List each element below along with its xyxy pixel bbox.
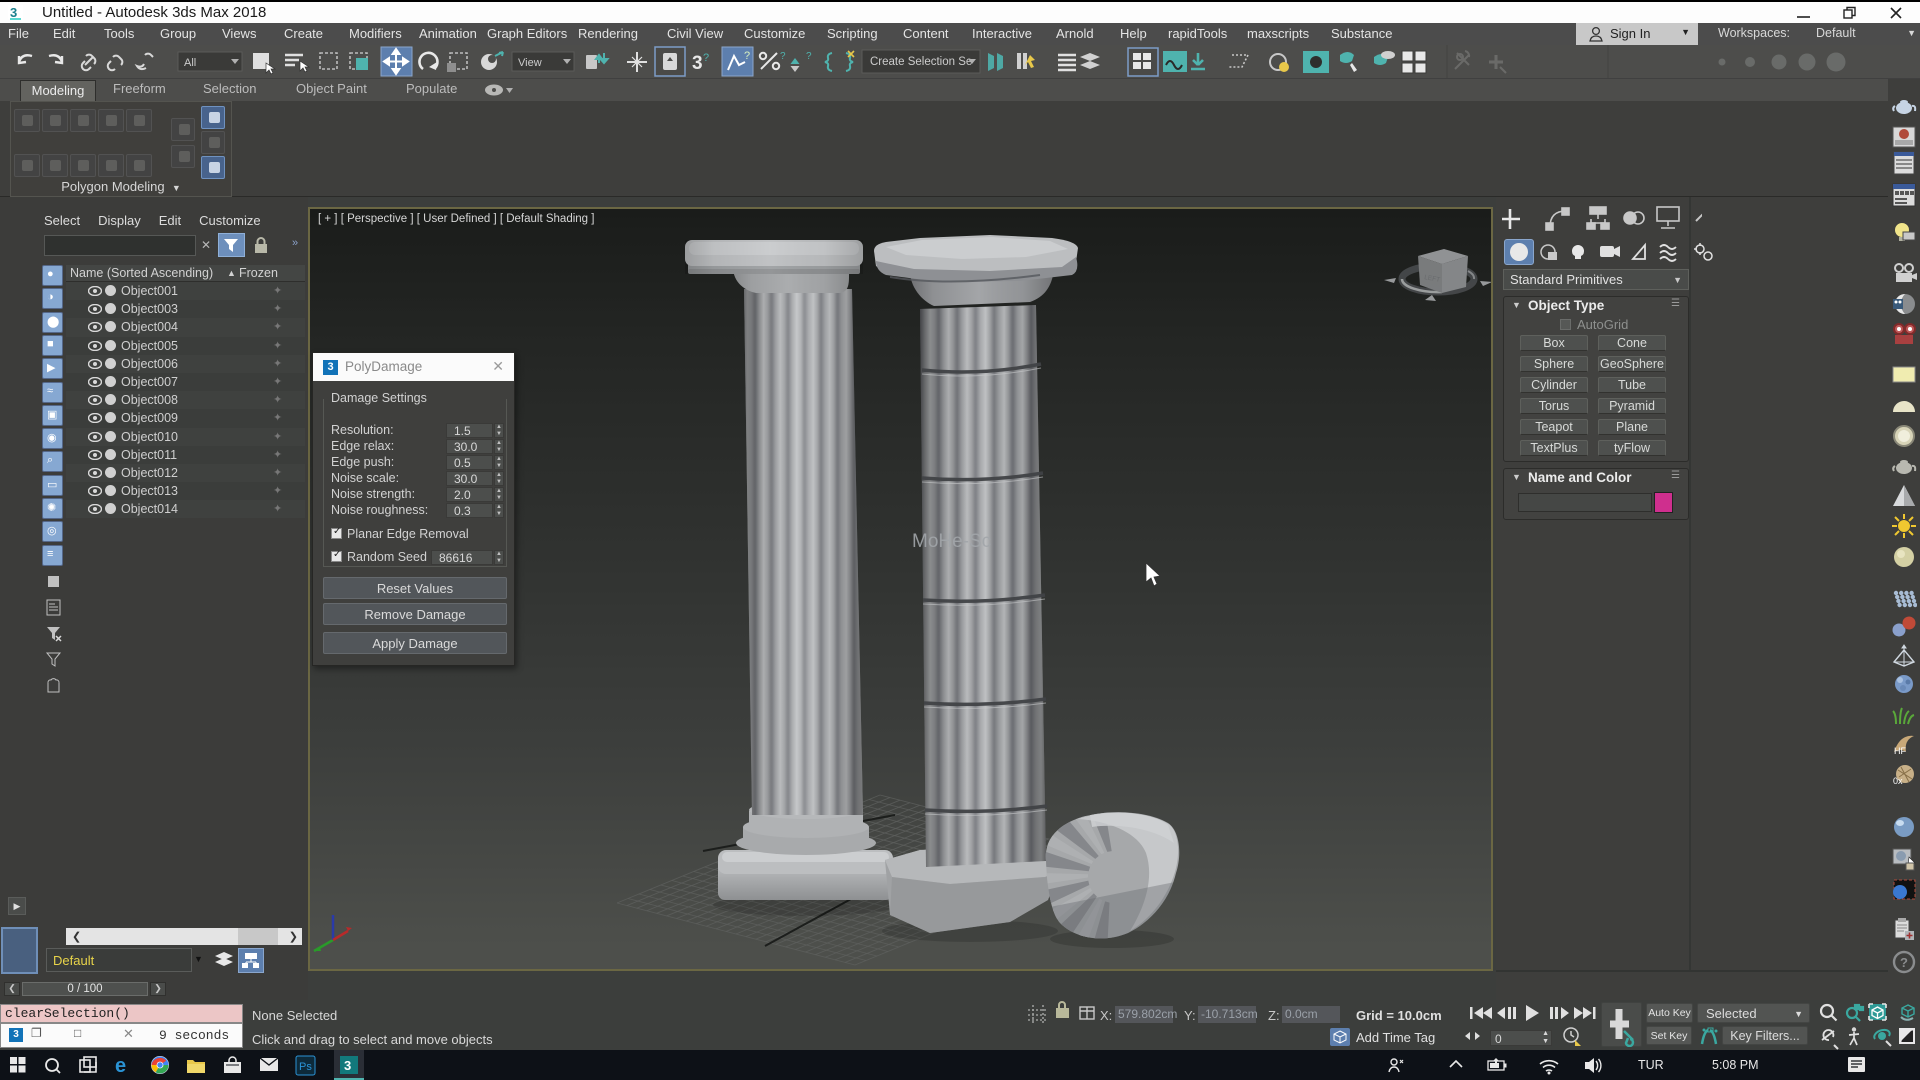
svg-text:View: View — [518, 57, 542, 69]
svg-text:MoHe-Sc: MoHe-Sc — [912, 531, 991, 552]
svg-text:3: 3 — [10, 5, 17, 20]
svg-text:All: All — [184, 57, 196, 69]
svg-text:?: ? — [780, 51, 786, 62]
svg-text:?: ? — [806, 51, 812, 62]
svg-text:?: ? — [703, 52, 709, 64]
svg-text:Ps: Ps — [299, 1061, 312, 1073]
svg-text:?: ? — [744, 50, 750, 62]
svg-text:3: 3 — [692, 53, 703, 74]
svg-text:TUR: TUR — [1638, 1058, 1664, 1072]
svg-text:5:08 PM: 5:08 PM — [1712, 1058, 1759, 1072]
svg-text:0x: 0x — [1893, 776, 1903, 786]
svg-text:Create Selection Se: Create Selection Se — [870, 56, 972, 68]
svg-text:HF: HF — [1894, 746, 1906, 756]
svg-text:e: e — [115, 1055, 126, 1077]
svg-text:?: ? — [1900, 955, 1908, 970]
svg-text:3: 3 — [344, 1058, 351, 1073]
